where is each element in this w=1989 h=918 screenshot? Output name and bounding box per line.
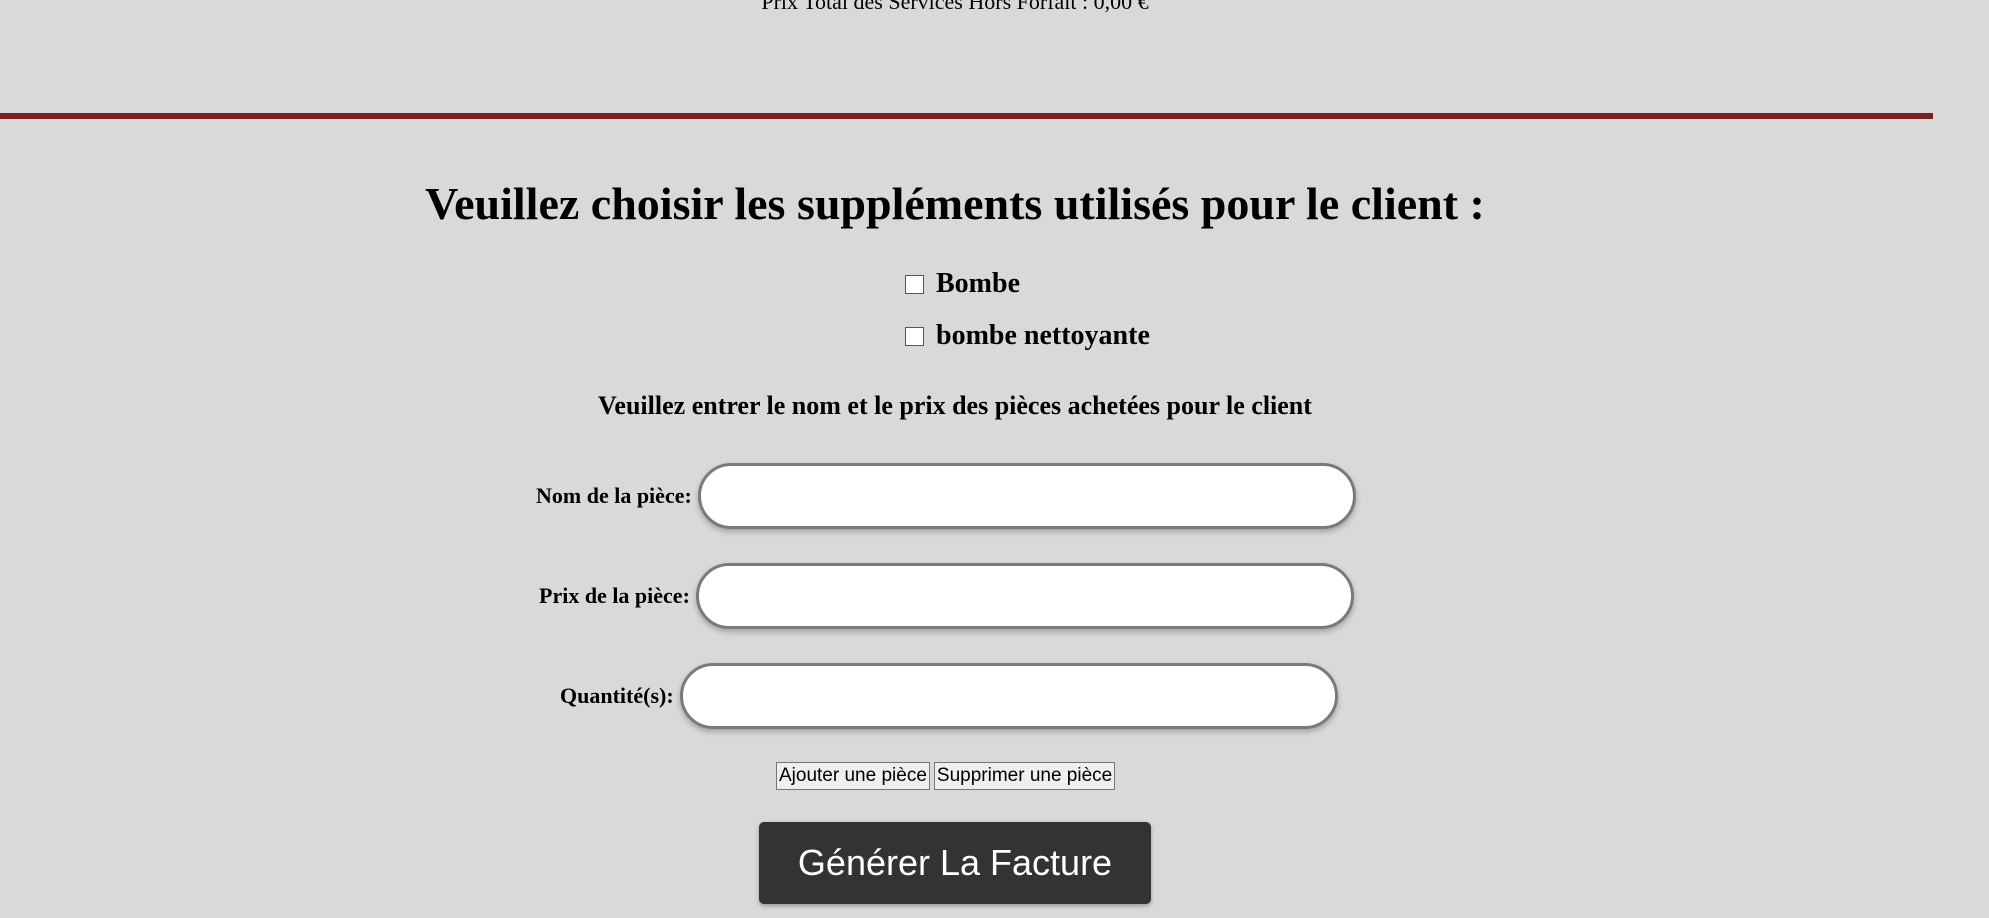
supplement-item-bombe[interactable]: Bombe [905, 258, 1150, 310]
supplements-title: Veuillez choisir les suppléments utilisé… [425, 178, 1485, 229]
supplements-list: Bombe bombe nettoyante [905, 258, 1150, 362]
supplement-label: bombe nettoyante [936, 320, 1150, 351]
pieces-subtitle: Veuillez entrer le nom et le prix des pi… [598, 391, 1312, 420]
supplement-checkbox-bombe[interactable] [905, 274, 924, 294]
piece-price-row: Prix de la pièce: [539, 563, 1354, 629]
supplement-checkbox-bombe-nettoyante[interactable] [905, 326, 924, 346]
piece-price-label: Prix de la pièce: [539, 583, 690, 608]
piece-quantity-label: Quantité(s): [560, 683, 674, 708]
piece-name-row: Nom de la pièce: [536, 463, 1356, 529]
piece-name-label: Nom de la pièce: [536, 483, 692, 508]
piece-quantity-input[interactable] [679, 663, 1338, 729]
piece-buttons: Ajouter une pièce Supprimer une pièce [776, 762, 1116, 790]
add-piece-button[interactable]: Ajouter une pièce [776, 762, 930, 790]
generate-invoice-button[interactable]: Générer La Facture [759, 822, 1151, 904]
piece-quantity-row: Quantité(s): [560, 663, 1338, 729]
supplement-item-bombe-nettoyante[interactable]: bombe nettoyante [905, 310, 1150, 362]
supplement-label: Bombe [936, 268, 1020, 299]
page: Prix Total des Services Hors Forfait : 0… [0, 0, 1989, 918]
section-divider [0, 113, 1933, 119]
piece-name-input[interactable] [697, 463, 1356, 529]
remove-piece-button[interactable]: Supprimer une pièce [933, 762, 1116, 790]
piece-price-input[interactable] [695, 563, 1354, 629]
total-services-text: Prix Total des Services Hors Forfait : 0… [761, 0, 1149, 14]
